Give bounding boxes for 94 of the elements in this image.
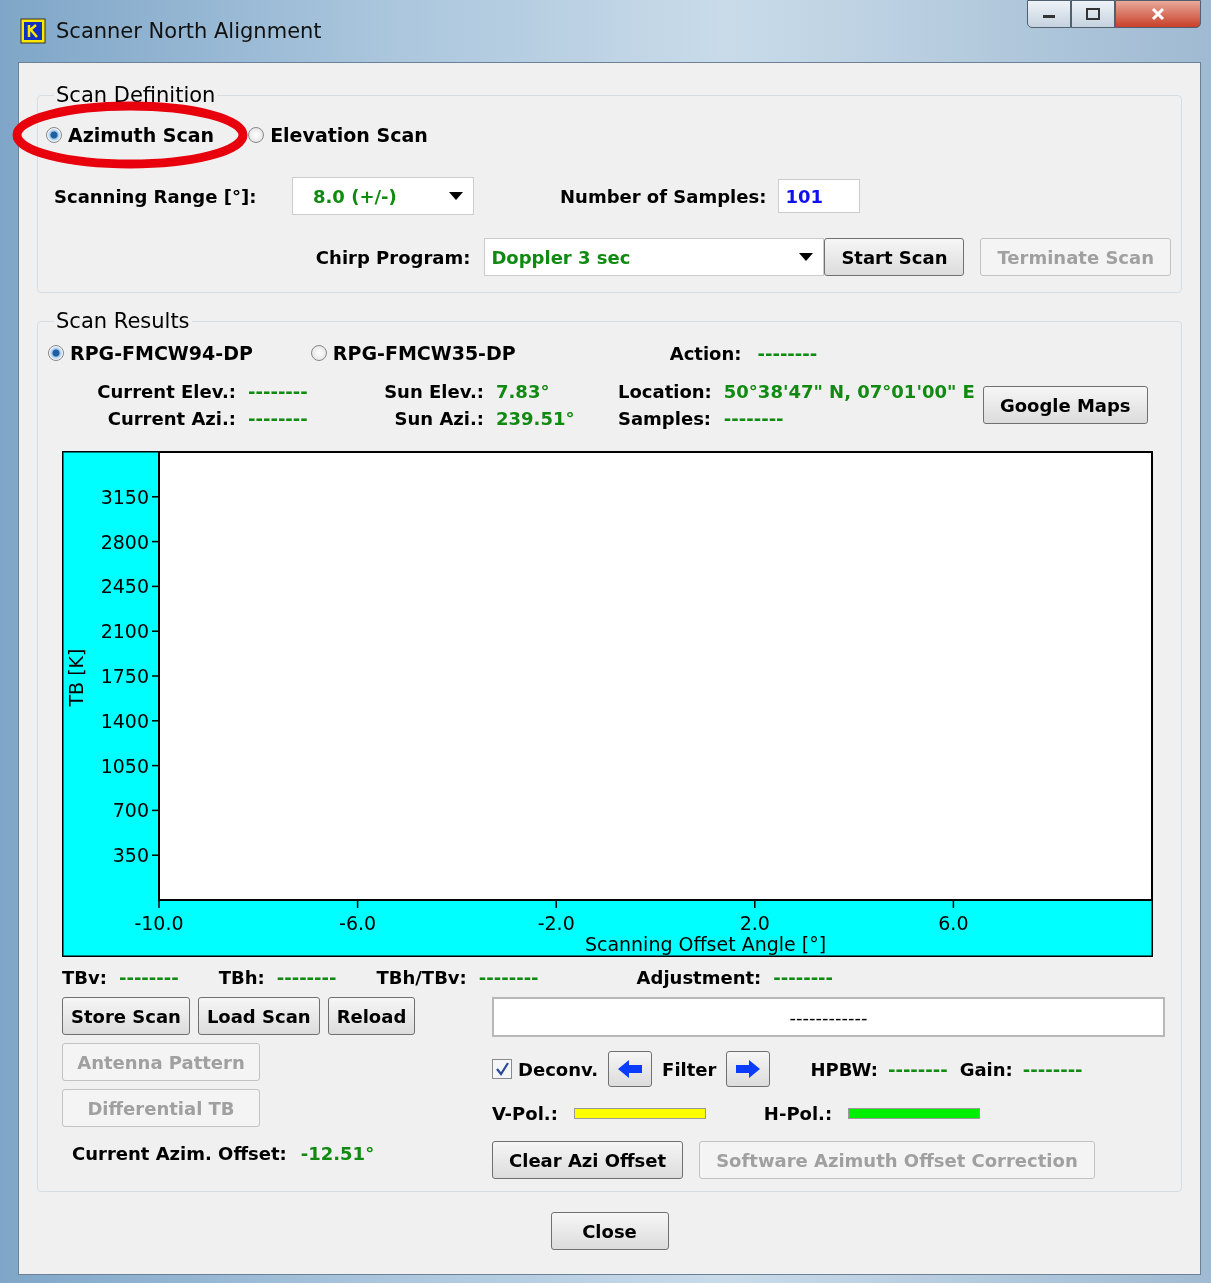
measure-label: TBh/TBv: <box>376 966 467 988</box>
radio-option[interactable]: RPG-FMCW94-DP <box>48 342 253 364</box>
gain-value: -------- <box>1022 1058 1083 1080</box>
file-button[interactable]: Reload <box>327 997 416 1035</box>
action-value: -------- <box>757 342 818 364</box>
y-tick-label: 2800 <box>100 530 149 553</box>
readout-label: Samples: <box>618 408 712 429</box>
readout-label: Current Azi.: <box>107 408 236 429</box>
x-tick-label: -10.0 <box>134 912 184 934</box>
offset-value: -12.51° <box>300 1143 375 1164</box>
maximize-button[interactable] <box>1071 0 1115 28</box>
checkmark-icon <box>494 1061 510 1077</box>
hpbw-value: -------- <box>887 1058 948 1080</box>
y-tick-label: 1400 <box>100 709 149 732</box>
x-tick: 6.0 <box>938 899 969 934</box>
measure-value: -------- <box>478 966 539 988</box>
x-tick: -2.0 <box>537 899 575 934</box>
measure-label: TBh: <box>218 966 265 988</box>
x-tick-label: -2.0 <box>537 912 575 934</box>
readout-value: -------- <box>723 408 785 429</box>
x-axis-label: Scanning Offset Angle [°] <box>584 933 827 955</box>
caret-icon <box>799 253 814 261</box>
next-button[interactable] <box>726 1051 771 1087</box>
readout-label: Current Elev.: <box>97 381 236 402</box>
readout-label: Sun Elev.: <box>384 381 484 402</box>
readout-value: 50°38'47" N, 07°01'00" E <box>723 381 975 402</box>
measure-label: Adjustment: <box>636 966 762 988</box>
x-tick-label: 2.0 <box>739 912 770 934</box>
field-label: Scanning Range [°]: <box>54 185 258 207</box>
x-tick: -6.0 <box>339 899 377 934</box>
measure-value: -------- <box>118 966 179 988</box>
radio-option[interactable]: Elevation Scan <box>248 124 428 146</box>
y-tick-label: 1750 <box>100 665 149 687</box>
y-tick: 2450 <box>100 575 160 598</box>
status-field: ------------ <box>492 997 1165 1037</box>
scan-button[interactable]: Start Scan <box>824 238 965 276</box>
y-tick-label: 700 <box>112 799 149 822</box>
y-tick: 2800 <box>100 530 160 553</box>
y-tick: 1750 <box>100 665 160 687</box>
group-title: Scan Definition <box>55 83 217 107</box>
arrow-left-icon <box>616 1058 645 1080</box>
readout-value: -------- <box>248 381 309 402</box>
x-tick: 2.0 <box>739 899 770 934</box>
x-tick-label: -6.0 <box>339 912 377 934</box>
measure-value: -------- <box>773 966 834 988</box>
offset-label: Current Azim. Offset: <box>72 1143 287 1164</box>
polarization-label: V-Pol.: <box>492 1102 558 1124</box>
samples-field[interactable]: 101 <box>778 179 861 213</box>
hpbw-label: HPBW: <box>810 1058 878 1080</box>
caret-icon <box>449 192 463 200</box>
y-tick: 700 <box>112 799 160 822</box>
action-label: Action: <box>669 342 742 364</box>
app-icon <box>20 18 46 44</box>
y-tick: 2100 <box>100 620 160 643</box>
polarization-label: H-Pol.: <box>763 1102 833 1124</box>
y-tick-label: 1050 <box>100 754 149 777</box>
y-tick: 350 <box>112 844 160 867</box>
close-icon <box>1150 7 1166 21</box>
y-tick-label: 2100 <box>100 620 149 643</box>
readout-value: 239.51° <box>496 408 576 429</box>
radio-option[interactable]: RPG-FMCW35-DP <box>310 342 516 364</box>
close-button[interactable] <box>1115 0 1201 28</box>
window-title: Scanner North Alignment <box>56 19 322 43</box>
maps-button[interactable]: Google Maps <box>982 386 1148 424</box>
range-dropdown[interactable]: 8.0 (+/-) <box>292 177 474 215</box>
measure-value: -------- <box>276 966 337 988</box>
readout-value: 7.83° <box>496 381 551 402</box>
y-tick: 1400 <box>100 709 160 732</box>
close-dialog-button[interactable]: Close <box>550 1212 669 1250</box>
y-axis-label: TB [K] <box>65 648 87 707</box>
y-tick: 3150 <box>100 485 160 508</box>
readout-label: Sun Azi.: <box>394 408 484 429</box>
x-tick: -10.0 <box>134 899 184 934</box>
readout-value: -------- <box>248 408 309 429</box>
field-label: Chirp Program: <box>314 246 471 268</box>
y-tick-label: 350 <box>112 844 149 867</box>
gain-label: Gain: <box>959 1058 1013 1080</box>
filter-label: Filter <box>662 1058 717 1080</box>
previous-button[interactable] <box>608 1051 653 1087</box>
group-title: Scan Results <box>55 309 191 333</box>
y-tick-label: 3150 <box>100 485 149 508</box>
minimize-button[interactable] <box>1027 0 1071 28</box>
field-label: Number of Samples: <box>560 185 767 207</box>
file-button[interactable]: Load Scan <box>197 997 320 1035</box>
chirp-dropdown[interactable]: Doppler 3 sec <box>484 238 825 276</box>
y-tick: 1050 <box>100 754 160 777</box>
maximize-icon <box>1085 7 1101 21</box>
measure-label: TBv: <box>62 966 107 988</box>
offset-button[interactable]: Clear Azi Offset <box>492 1141 684 1179</box>
deconv-checkbox[interactable]: Deconv. <box>492 1058 599 1080</box>
readout-label: Location: <box>618 381 712 402</box>
x-tick-label: 6.0 <box>938 912 969 934</box>
y-tick-label: 2450 <box>100 575 149 598</box>
file-button[interactable]: Store Scan <box>62 997 190 1035</box>
